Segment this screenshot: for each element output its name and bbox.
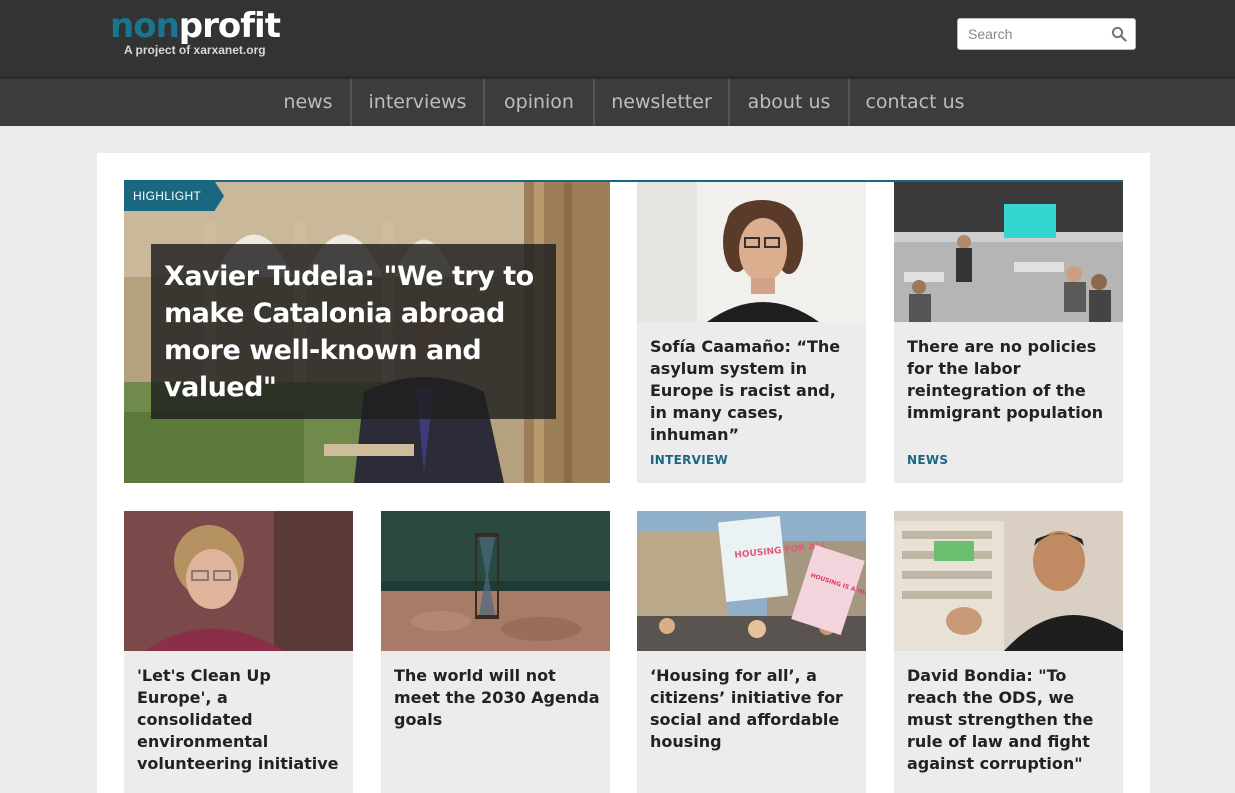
nav-item-interviews[interactable]: interviews (352, 79, 483, 126)
featured-article[interactable]: HIGHLIGHT Xavier Tudela: "We try to make… (124, 182, 610, 483)
featured-title-overlay: Xavier Tudela: "We try to make Catalonia… (151, 244, 556, 419)
nav-item-contact-us[interactable]: contact us (850, 79, 980, 126)
article-card[interactable]: David Bondia: "To reach the ODS, we must… (894, 511, 1123, 793)
nav-item-newsletter[interactable]: newsletter (595, 79, 728, 126)
article-card[interactable]: HOUSING FOR ALL HOUSING IS A HUMAN RIGHT… (637, 511, 866, 793)
content-panel: HIGHLIGHT Xavier Tudela: "We try to make… (97, 153, 1150, 793)
highlight-badge: HIGHLIGHT (124, 182, 225, 211)
article-title[interactable]: 'Let's Clean Up Europe', a consolidated … (137, 665, 343, 775)
article-photo (637, 182, 866, 322)
article-category[interactable]: NEWS (907, 453, 948, 467)
article-card[interactable]: Sofía Caamaño: “The asylum system in Eur… (637, 182, 866, 483)
site-logo[interactable]: nonprofit A project of xarxanet.org (110, 6, 281, 57)
article-photo (894, 182, 1123, 322)
site-header: nonprofit A project of xarxanet.org (0, 0, 1235, 76)
logo-non: non (110, 6, 180, 46)
article-title[interactable]: ‘Housing for all’, a citizens’ initiativ… (650, 665, 856, 753)
search-input[interactable] (958, 19, 1103, 49)
logo-tagline: A project of xarxanet.org (124, 43, 266, 57)
article-photo (124, 511, 353, 651)
nav-item-opinion[interactable]: opinion (485, 79, 593, 126)
nav-item-news[interactable]: news (266, 79, 350, 126)
nav-item-about-us[interactable]: about us (730, 79, 848, 126)
article-card[interactable]: There are no policies for the labor rein… (894, 182, 1123, 483)
featured-title[interactable]: Xavier Tudela: "We try to make Catalonia… (164, 258, 544, 406)
article-photo (381, 511, 610, 651)
article-title[interactable]: David Bondia: "To reach the ODS, we must… (907, 665, 1113, 775)
article-card[interactable]: The world will not meet the 2030 Agenda … (381, 511, 610, 793)
article-title[interactable]: The world will not meet the 2030 Agenda … (394, 665, 600, 731)
search-form (957, 18, 1136, 50)
article-title[interactable]: There are no policies for the labor rein… (907, 336, 1113, 424)
main-nav: news interviews opinion newsletter about… (0, 76, 1235, 126)
logo-profit: profit (178, 6, 281, 46)
article-category[interactable]: INTERVIEW (650, 453, 728, 467)
search-icon[interactable] (1111, 26, 1127, 42)
article-card[interactable]: 'Let's Clean Up Europe', a consolidated … (124, 511, 353, 793)
article-photo: HOUSING FOR ALL HOUSING IS A HUMAN RIGHT (637, 511, 866, 651)
article-title[interactable]: Sofía Caamaño: “The asylum system in Eur… (650, 336, 856, 446)
article-photo (894, 511, 1123, 651)
logo-wordmark: nonprofit (110, 6, 281, 46)
